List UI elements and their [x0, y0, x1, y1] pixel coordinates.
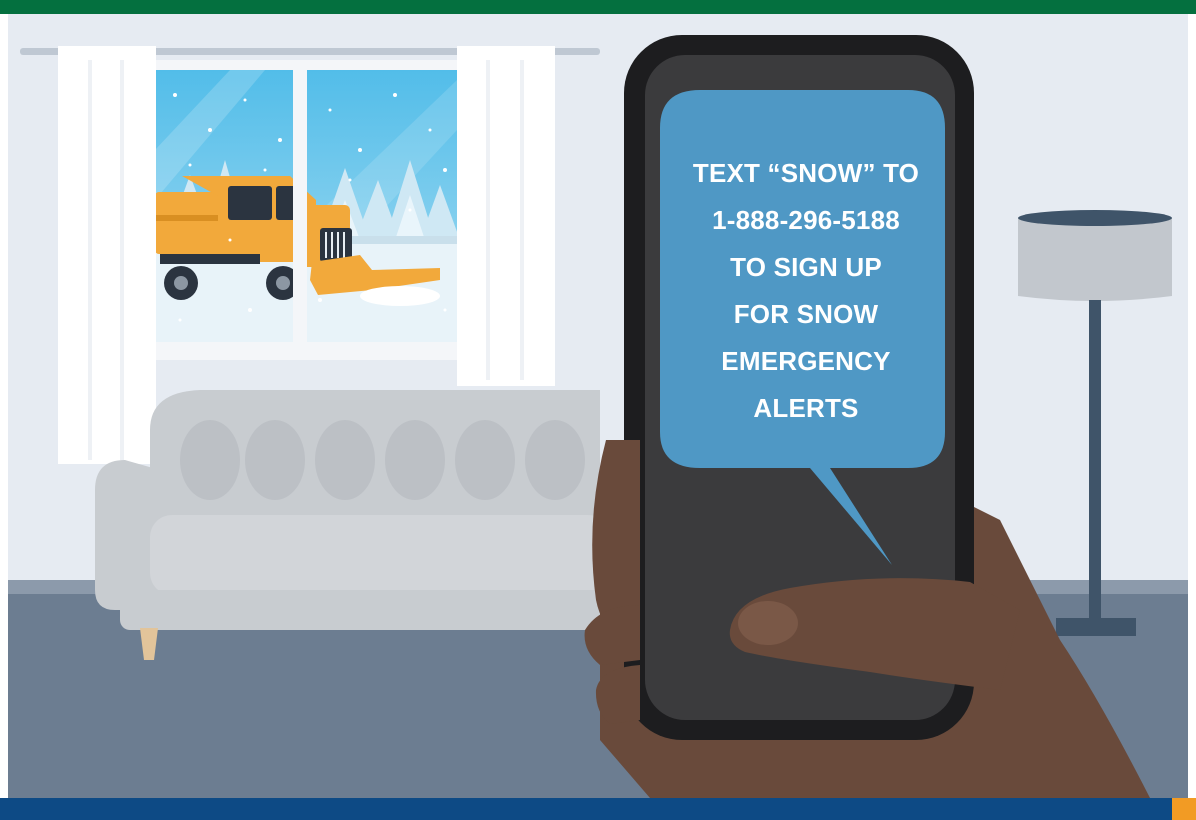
top-bar — [0, 0, 1196, 14]
window — [145, 60, 467, 360]
living-room-scene — [0, 0, 1196, 820]
bottom-bar — [0, 798, 1196, 820]
illustration: TEXT “SNOW” TO 1-888-296-5188 TO SIGN UP… — [0, 0, 1196, 820]
corner-accent — [1172, 798, 1196, 820]
phone-message-text: TEXT “SNOW” TO 1-888-296-5188 TO SIGN UP… — [692, 158, 920, 423]
sofa — [95, 390, 610, 660]
